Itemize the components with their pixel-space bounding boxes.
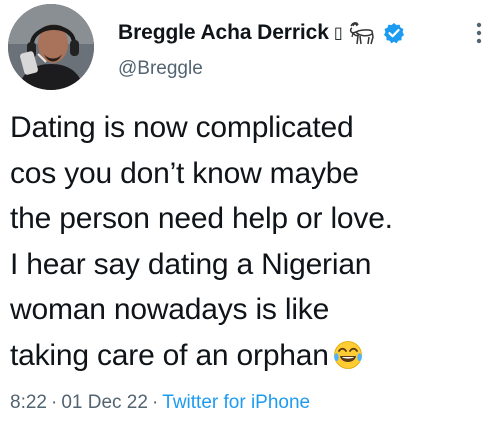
- tweet-line: Dating is now complicated: [10, 111, 354, 144]
- verified-badge-icon: [383, 22, 405, 44]
- tweet-last-line: taking care of an orphan: [10, 333, 488, 379]
- tweet-date[interactable]: 01 Dec 22: [61, 392, 148, 413]
- goat-icon: [347, 20, 377, 46]
- meta-separator: ·: [50, 392, 58, 413]
- tweet-line: cos you don’t know maybe: [10, 156, 359, 190]
- tweet-time[interactable]: 8:22: [10, 392, 47, 413]
- face-with-tears-of-joy-icon: [333, 338, 363, 369]
- tweet-text: Dating is now complicated cos you don’t …: [10, 105, 488, 378]
- tweet-line: the person need help or love.: [10, 202, 393, 235]
- tweet-line: taking care of an orphan: [10, 338, 329, 372]
- more-options-icon[interactable]: [476, 22, 482, 44]
- tweet-source-link[interactable]: Twitter for iPhone: [162, 392, 310, 413]
- meta-separator: ·: [151, 392, 159, 413]
- tweet-line: I hear say dating a Nigerian: [10, 247, 372, 281]
- author-name-row[interactable]: Breggle Acha Derrick ▯: [118, 18, 405, 48]
- display-name[interactable]: Breggle Acha Derrick: [118, 21, 329, 45]
- avatar[interactable]: [8, 4, 94, 90]
- user-handle[interactable]: @Breggle: [118, 58, 203, 80]
- missing-glyph-box: ▯: [333, 25, 343, 42]
- profile-photo-icon: [8, 4, 94, 90]
- tweet-meta: 8:22 · 01 Dec 22 · Twitter for iPhone: [10, 392, 310, 414]
- tweet-line: woman nowadays is like: [10, 293, 330, 326]
